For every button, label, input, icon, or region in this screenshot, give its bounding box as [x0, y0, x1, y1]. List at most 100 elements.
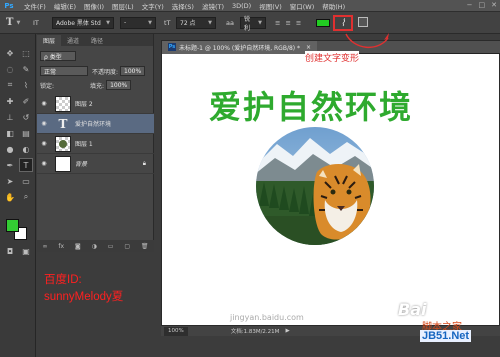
- menu-3d[interactable]: 3D(D): [232, 2, 251, 10]
- crop-tool-icon[interactable]: ⌗: [3, 78, 17, 92]
- text-orientation-icon[interactable]: IT: [33, 16, 39, 29]
- layer-filter-select[interactable]: ρ 类型: [40, 51, 76, 61]
- menu-bar: Ps 文件(F) 编辑(E) 图像(I) 图层(L) 文字(Y) 选择(S) 滤…: [0, 0, 500, 12]
- layers-footer-toolbar: ∞ fx ◙ ◑ ▭ ▢ 🗑︎: [37, 240, 154, 252]
- lasso-tool-icon[interactable]: ◌: [3, 62, 17, 76]
- move-tool-icon[interactable]: ✥: [3, 46, 17, 60]
- brush-tool-icon[interactable]: ✐: [19, 94, 33, 108]
- layer-item[interactable]: ◉ 图层 1: [37, 134, 154, 154]
- maximize-button[interactable]: □: [479, 1, 486, 9]
- window-controls: − □ ✕: [467, 1, 497, 9]
- quick-mask-icon[interactable]: ◘: [3, 244, 17, 258]
- credit-line-2: sunnyMelody夏: [44, 291, 124, 303]
- screen-mode-icon[interactable]: ▣: [19, 244, 33, 258]
- tools-panel: ✥ ⬚ ◌ ✎ ⌗ ⌇ ✚ ✐ ⊥ ↺ ◧ ▤ ● ◐ ✒ T ➤ ▭ ✋ ⌕ …: [0, 34, 36, 357]
- lock-label: 锁定:: [40, 82, 55, 90]
- text-color-swatch[interactable]: [316, 19, 330, 27]
- font-family-select[interactable]: Adobe 黑体 Std ▼: [52, 16, 114, 29]
- menu-layer[interactable]: 图层(L): [112, 1, 134, 11]
- healing-brush-icon[interactable]: ✚: [3, 94, 17, 108]
- document-size: 文档:1.83M/2.21M: [230, 329, 280, 335]
- quick-select-tool-icon[interactable]: ✎: [19, 62, 33, 76]
- jb51-logo: JB51.Net: [420, 330, 472, 342]
- tab-paths[interactable]: 路径: [85, 35, 109, 46]
- warp-text-button[interactable]: ⌇: [333, 15, 353, 31]
- dodge-tool-icon[interactable]: ◐: [19, 142, 33, 156]
- path-select-icon[interactable]: ➤: [3, 174, 17, 188]
- zoom-level-field[interactable]: 100%: [164, 326, 188, 336]
- document-tab[interactable]: Ps 未标题-1 @ 100% (爱护自然环境, RGB/8) * ×: [162, 40, 318, 54]
- align-left-icon[interactable]: ≡: [275, 19, 280, 27]
- antialias-select[interactable]: 锐利 ▼: [240, 16, 266, 32]
- delete-layer-icon[interactable]: 🗑︎: [141, 243, 149, 250]
- layer-item[interactable]: ◉ 背景 🔒︎: [37, 154, 154, 174]
- link-layers-icon[interactable]: ∞: [42, 243, 47, 250]
- menu-filter[interactable]: 滤镜(T): [202, 1, 224, 11]
- visibility-eye-icon[interactable]: ◉: [37, 120, 51, 127]
- tab-layers[interactable]: 图层: [37, 35, 62, 46]
- close-button[interactable]: ✕: [491, 1, 497, 9]
- menu-type[interactable]: 文字(Y): [142, 1, 164, 11]
- shape-tool-icon[interactable]: ▭: [19, 174, 33, 188]
- new-layer-icon[interactable]: ▢: [124, 243, 130, 250]
- credit-line-1: 百度ID:: [44, 274, 82, 286]
- fill-label: 填充:: [90, 82, 105, 90]
- status-menu-arrow-icon[interactable]: ▶: [285, 328, 289, 334]
- layer-item[interactable]: ◉ 图层 2: [37, 94, 154, 114]
- menu-edit[interactable]: 编辑(E): [54, 1, 76, 11]
- menu-select[interactable]: 选择(S): [172, 1, 194, 11]
- canvas-text: 爱护自然环境: [209, 88, 414, 126]
- fill-field[interactable]: 100%: [106, 80, 132, 90]
- text-layer-icon: T: [58, 116, 68, 131]
- document-title: 未标题-1 @ 100% (爱护自然环境, RGB/8) *: [179, 44, 301, 52]
- gradient-tool-icon[interactable]: ▤: [19, 126, 33, 140]
- adjustment-layer-icon[interactable]: ◑: [92, 243, 97, 250]
- hand-tool-icon[interactable]: ✋: [3, 190, 17, 204]
- clone-stamp-icon[interactable]: ⊥: [3, 110, 17, 124]
- menu-image[interactable]: 图像(I): [84, 1, 104, 11]
- minimize-button[interactable]: −: [467, 1, 473, 9]
- menu-view[interactable]: 视图(V): [259, 1, 282, 11]
- menu-file[interactable]: 文件(F): [24, 1, 46, 11]
- menu-window[interactable]: 窗口(W): [290, 1, 315, 11]
- layers-panel: 图层 通道 路径 ρ 类型 正常 不透明度: 100% 锁定: 填充: 100%…: [37, 34, 154, 252]
- eraser-tool-icon[interactable]: ◧: [3, 126, 17, 140]
- add-mask-icon[interactable]: ◙: [75, 243, 81, 250]
- lock-icon: 🔒︎: [142, 159, 146, 167]
- layer-name: 图层 1: [75, 141, 93, 148]
- layer-name: 爱护自然环境: [75, 121, 112, 128]
- new-group-icon[interactable]: ▭: [108, 243, 114, 250]
- author-credit: 百度ID: sunnyMelody夏: [44, 272, 123, 306]
- character-panel-icon[interactable]: [358, 17, 368, 27]
- pen-tool-icon[interactable]: ✒: [3, 158, 17, 172]
- layer-thumbnail: [55, 155, 71, 172]
- foreground-color-swatch[interactable]: [6, 219, 19, 232]
- blend-mode-select[interactable]: 正常: [40, 66, 88, 76]
- site-watermark: jingyan.baidu.com: [230, 313, 304, 322]
- align-center-icon[interactable]: ≡: [285, 19, 290, 27]
- align-buttons: ≡ ≡ ≡: [275, 16, 301, 29]
- opacity-field[interactable]: 100%: [120, 66, 146, 76]
- eyedropper-tool-icon[interactable]: ⌇: [19, 78, 33, 92]
- menu-help[interactable]: 帮助(H): [322, 1, 345, 11]
- font-style-select[interactable]: - ▼: [120, 16, 156, 29]
- marquee-tool-icon[interactable]: ⬚: [19, 46, 33, 60]
- layer-style-icon[interactable]: fx: [58, 243, 64, 250]
- zoom-tool-icon[interactable]: ⌕: [19, 190, 33, 204]
- layer-item[interactable]: ◉ T 爱护自然环境: [37, 114, 154, 134]
- layer-name: 背景: [75, 161, 88, 168]
- baidu-watermark: Bai: [398, 300, 427, 319]
- visibility-eye-icon[interactable]: ◉: [37, 160, 51, 167]
- blur-tool-icon[interactable]: ●: [3, 142, 17, 156]
- close-tab-icon[interactable]: ×: [306, 44, 311, 51]
- layer-thumbnail: [55, 135, 71, 152]
- align-right-icon[interactable]: ≡: [296, 19, 301, 27]
- type-tool-preset-icon[interactable]: T ▼: [6, 16, 20, 29]
- history-brush-icon[interactable]: ↺: [19, 110, 33, 124]
- type-tool-icon[interactable]: T: [19, 158, 33, 172]
- layers-panel-tabs: 图层 通道 路径: [37, 34, 153, 46]
- font-size-select[interactable]: 72 点 ▼: [176, 16, 216, 29]
- visibility-eye-icon[interactable]: ◉: [37, 140, 51, 147]
- visibility-eye-icon[interactable]: ◉: [37, 100, 51, 107]
- tab-channels[interactable]: 通道: [61, 35, 85, 46]
